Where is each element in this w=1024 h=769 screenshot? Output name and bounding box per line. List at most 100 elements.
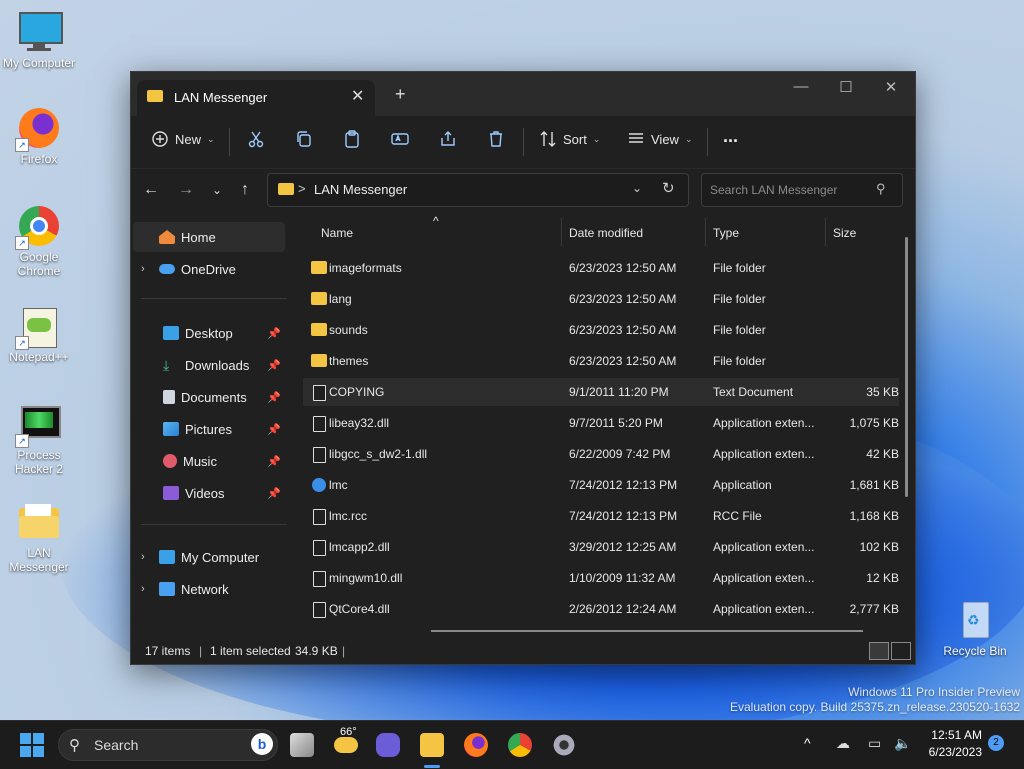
file-explorer-icon[interactable] <box>420 733 444 757</box>
folder-icon <box>278 183 294 195</box>
desktop-icon-notepadpp[interactable]: ↗ Notepad++ <box>0 304 78 364</box>
nav-item-home[interactable]: Home <box>133 222 285 252</box>
nav-item-downloads[interactable]: ⤓ Downloads 📌 <box>133 350 285 380</box>
file-row[interactable]: libeay32.dll 9/7/2011 5:20 PM Application … <box>303 409 899 437</box>
back-arrow-icon[interactable]: ← <box>141 181 161 199</box>
nav-item-onedrive[interactable]: › OneDrive <box>133 254 285 284</box>
details-view-button[interactable] <box>869 642 889 660</box>
address-bar[interactable]: > LAN Messenger ⌄ ↻ <box>267 173 689 207</box>
file-row[interactable]: themes 6/23/2023 12:50 AM File folder <box>303 347 899 375</box>
sort-button[interactable]: Sort ⌄ <box>539 130 600 148</box>
minimize-button[interactable]: — <box>786 78 816 95</box>
file-size: 102 KB <box>859 540 899 554</box>
address-history-chevron-icon[interactable]: ⌄ <box>632 181 642 195</box>
cut-button[interactable] <box>247 130 265 148</box>
pin-icon[interactable]: 📌 <box>267 423 281 436</box>
rename-button[interactable] <box>391 130 409 148</box>
taskbar-search-box[interactable]: ⚲ Search b <box>58 729 278 761</box>
file-icon <box>313 602 326 618</box>
start-button[interactable] <box>20 733 44 757</box>
new-tab-button[interactable]: + <box>395 84 406 105</box>
file-row[interactable]: libgcc_s_dw2-1.dll 6/22/2009 7:42 PM Appli… <box>303 440 899 468</box>
delete-button[interactable] <box>487 130 505 148</box>
pin-icon[interactable]: 📌 <box>267 391 281 404</box>
column-header-name[interactable]: Name <box>321 226 353 240</box>
view-button[interactable]: View ⌄ <box>627 130 693 148</box>
pin-icon[interactable]: 📌 <box>267 487 281 500</box>
file-type: Application exten... <box>713 447 815 461</box>
file-row[interactable]: lang 6/23/2023 12:50 AM File folder <box>303 285 899 313</box>
file-row[interactable]: mingwm10.dll 1/10/2009 11:32 AM Applicatio… <box>303 564 899 592</box>
share-button[interactable] <box>439 130 457 148</box>
search-input[interactable] <box>708 180 872 200</box>
clock-time[interactable]: 12:51 AM <box>920 728 982 742</box>
vertical-scrollbar[interactable] <box>905 237 908 497</box>
maximize-button[interactable]: ☐ <box>831 78 861 96</box>
pin-icon[interactable]: 📌 <box>267 327 281 340</box>
close-window-button[interactable]: ✕ <box>876 78 906 96</box>
nav-item-my-computer[interactable]: › My Computer <box>133 542 285 572</box>
scissors-icon <box>248 131 264 148</box>
more-options-button[interactable]: ... <box>723 126 738 147</box>
up-arrow-icon[interactable]: ↑ <box>235 181 255 199</box>
file-row[interactable]: QtCore4.dll 2/26/2012 12:24 AM Application… <box>303 595 899 623</box>
refresh-icon[interactable]: ↻ <box>662 179 675 197</box>
view-label: View <box>651 131 679 147</box>
onedrive-offline-icon[interactable]: ☁ <box>836 735 850 752</box>
teams-chat-icon[interactable] <box>376 733 400 757</box>
network-icon[interactable]: ▭ <box>868 735 881 752</box>
recent-locations-chevron-icon[interactable]: ⌄ <box>207 183 227 197</box>
notification-badge[interactable]: 2 <box>988 735 1004 751</box>
file-row[interactable]: lmc.rcc 7/24/2012 12:13 PM RCC File 1,168 K… <box>303 502 899 530</box>
volume-muted-icon[interactable]: 🔈 <box>894 735 911 752</box>
forward-arrow-icon[interactable]: → <box>176 181 196 199</box>
firefox-icon[interactable] <box>464 733 488 757</box>
nav-item-network[interactable]: › Network <box>133 574 285 604</box>
pin-icon[interactable]: 📌 <box>267 455 281 468</box>
file-size: 1,681 KB <box>849 478 899 492</box>
close-tab-icon[interactable]: ✕ <box>351 86 364 106</box>
file-row[interactable]: lmcapp2.dll 3/29/2012 12:25 AM Application… <box>303 533 899 561</box>
new-button[interactable]: New ⌄ <box>151 130 215 148</box>
nav-item-videos[interactable]: Videos 📌 <box>133 478 285 508</box>
nav-label: Home <box>181 229 216 245</box>
task-view-icon[interactable] <box>290 733 314 757</box>
file-row[interactable]: imageformats 6/23/2023 12:50 AM File folde… <box>303 254 899 282</box>
pin-icon[interactable]: 📌 <box>267 359 281 372</box>
column-header-size[interactable]: Size <box>833 226 856 240</box>
desktop-icon-lan-messenger[interactable]: LAN Messenger <box>0 500 78 574</box>
folder-icon <box>311 261 327 274</box>
tab-lan-messenger[interactable]: LAN Messenger ✕ <box>137 80 375 116</box>
nav-item-documents[interactable]: Documents 📌 <box>133 382 285 412</box>
bing-icon[interactable]: b <box>251 733 273 755</box>
monitor-icon <box>17 10 63 54</box>
file-explorer-window: LAN Messenger ✕ + — ☐ ✕ New ⌄ Sort ⌄ Vie… <box>130 71 916 665</box>
copy-button[interactable] <box>295 130 313 148</box>
desktop-icon-firefox[interactable]: ↗ Firefox <box>0 106 78 166</box>
chrome-icon[interactable] <box>508 733 532 757</box>
desktop-icon-my-computer[interactable]: My Computer <box>0 10 78 70</box>
desktop-icon-process-hacker[interactable]: ↗ Process Hacker 2 <box>0 402 78 476</box>
tiles-view-button[interactable] <box>891 642 911 660</box>
nav-item-desktop[interactable]: Desktop 📌 <box>133 318 285 348</box>
expand-chevron-icon[interactable]: › <box>141 263 155 275</box>
file-row[interactable]: lmc 7/24/2012 12:13 PM Application 1,681 KB <box>303 471 899 499</box>
column-header-type[interactable]: Type <box>713 226 739 240</box>
search-box[interactable]: ⚲ <box>701 173 903 207</box>
desktop-icon-recycle-bin[interactable]: ♻ Recycle Bin <box>936 598 1014 658</box>
desktop-icon-chrome[interactable]: ↗ Google Chrome <box>0 204 78 278</box>
nav-item-pictures[interactable]: Pictures 📌 <box>133 414 285 444</box>
clock-date[interactable]: 6/23/2023 <box>920 745 982 759</box>
nav-item-music[interactable]: Music 📌 <box>133 446 285 476</box>
paste-button[interactable] <box>343 130 361 148</box>
settings-gear-icon[interactable] <box>552 733 576 757</box>
expand-chevron-icon[interactable]: › <box>141 583 155 595</box>
expand-chevron-icon[interactable]: › <box>141 551 155 563</box>
column-header-date[interactable]: Date modified <box>569 226 643 240</box>
horizontal-scrollbar[interactable] <box>431 630 863 632</box>
show-hidden-icons-chevron-icon[interactable]: ^ <box>804 735 811 751</box>
breadcrumb-lan-messenger[interactable]: LAN Messenger <box>314 182 407 197</box>
weather-icon[interactable] <box>334 737 358 753</box>
file-row[interactable]: sounds 6/23/2023 12:50 AM File folder <box>303 316 899 344</box>
file-row[interactable]: COPYING 9/1/2011 11:20 PM Text Document 35 … <box>303 378 899 406</box>
